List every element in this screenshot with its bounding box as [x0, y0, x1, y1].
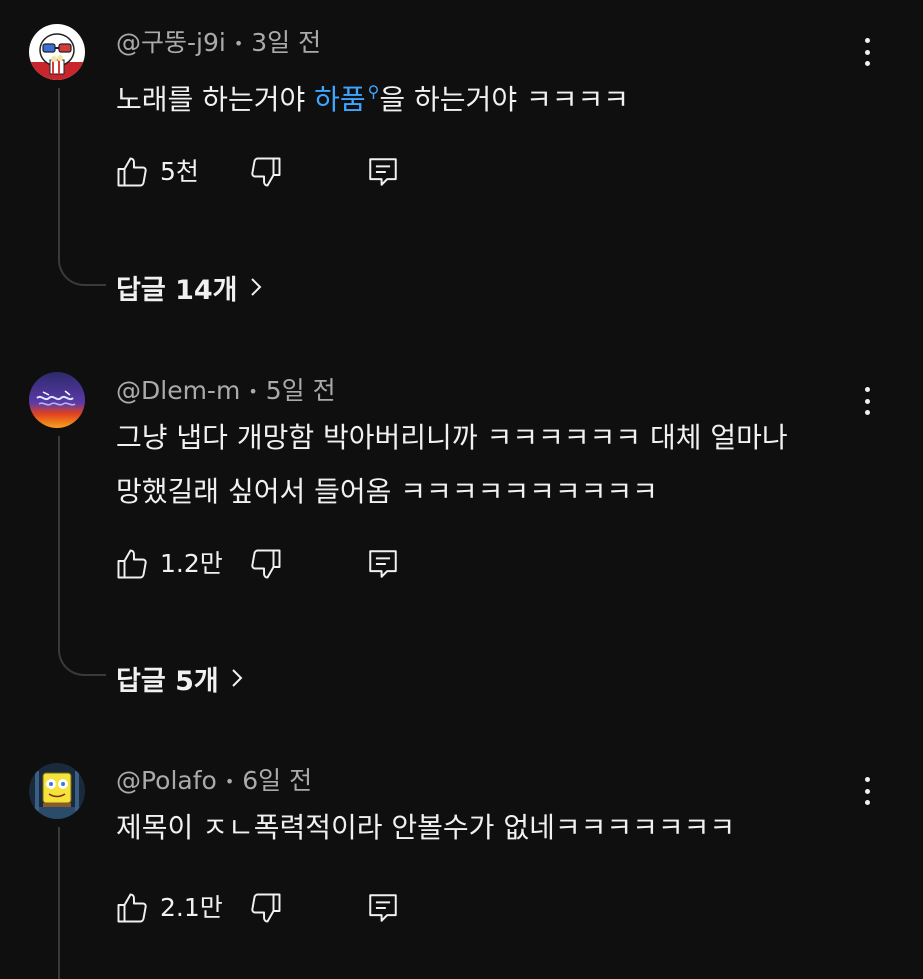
comment-text: 제목이 ㅈㄴ폭력적이라 안볼수가 없네ㅋㅋㅋㅋㅋㅋㅋ — [116, 804, 863, 852]
dislike-button[interactable] — [248, 888, 284, 928]
thumbs-down-icon — [251, 893, 281, 923]
thread-line — [58, 827, 60, 979]
author-name[interactable]: @Polafo — [116, 766, 217, 795]
more-vert-icon[interactable] — [852, 776, 882, 806]
comment-time[interactable]: 6일 전 — [242, 766, 312, 795]
comment-meta: @Polafo • 6일 전 — [116, 766, 312, 797]
like-count: 2.1만 — [160, 893, 223, 922]
meta-separator: • — [224, 772, 235, 791]
reply-button[interactable] — [366, 888, 400, 928]
comment-actions: 2.1만 — [114, 888, 414, 928]
comment-text-line: 제목이 ㅈㄴ폭력적이라 안볼수가 없네ㅋㅋㅋㅋㅋㅋㅋ — [116, 811, 736, 844]
reply-comment-icon — [369, 894, 397, 922]
comment-3: @Polafo • 6일 전 제목이 ㅈㄴ폭력적이라 안볼수가 없네ㅋㅋㅋㅋㅋㅋㅋ … — [0, 0, 923, 979]
thumbs-up-icon — [117, 893, 147, 923]
like-button[interactable]: 2.1만 — [114, 888, 223, 928]
spongebob-avatar-icon — [29, 763, 85, 819]
avatar[interactable] — [29, 763, 85, 819]
